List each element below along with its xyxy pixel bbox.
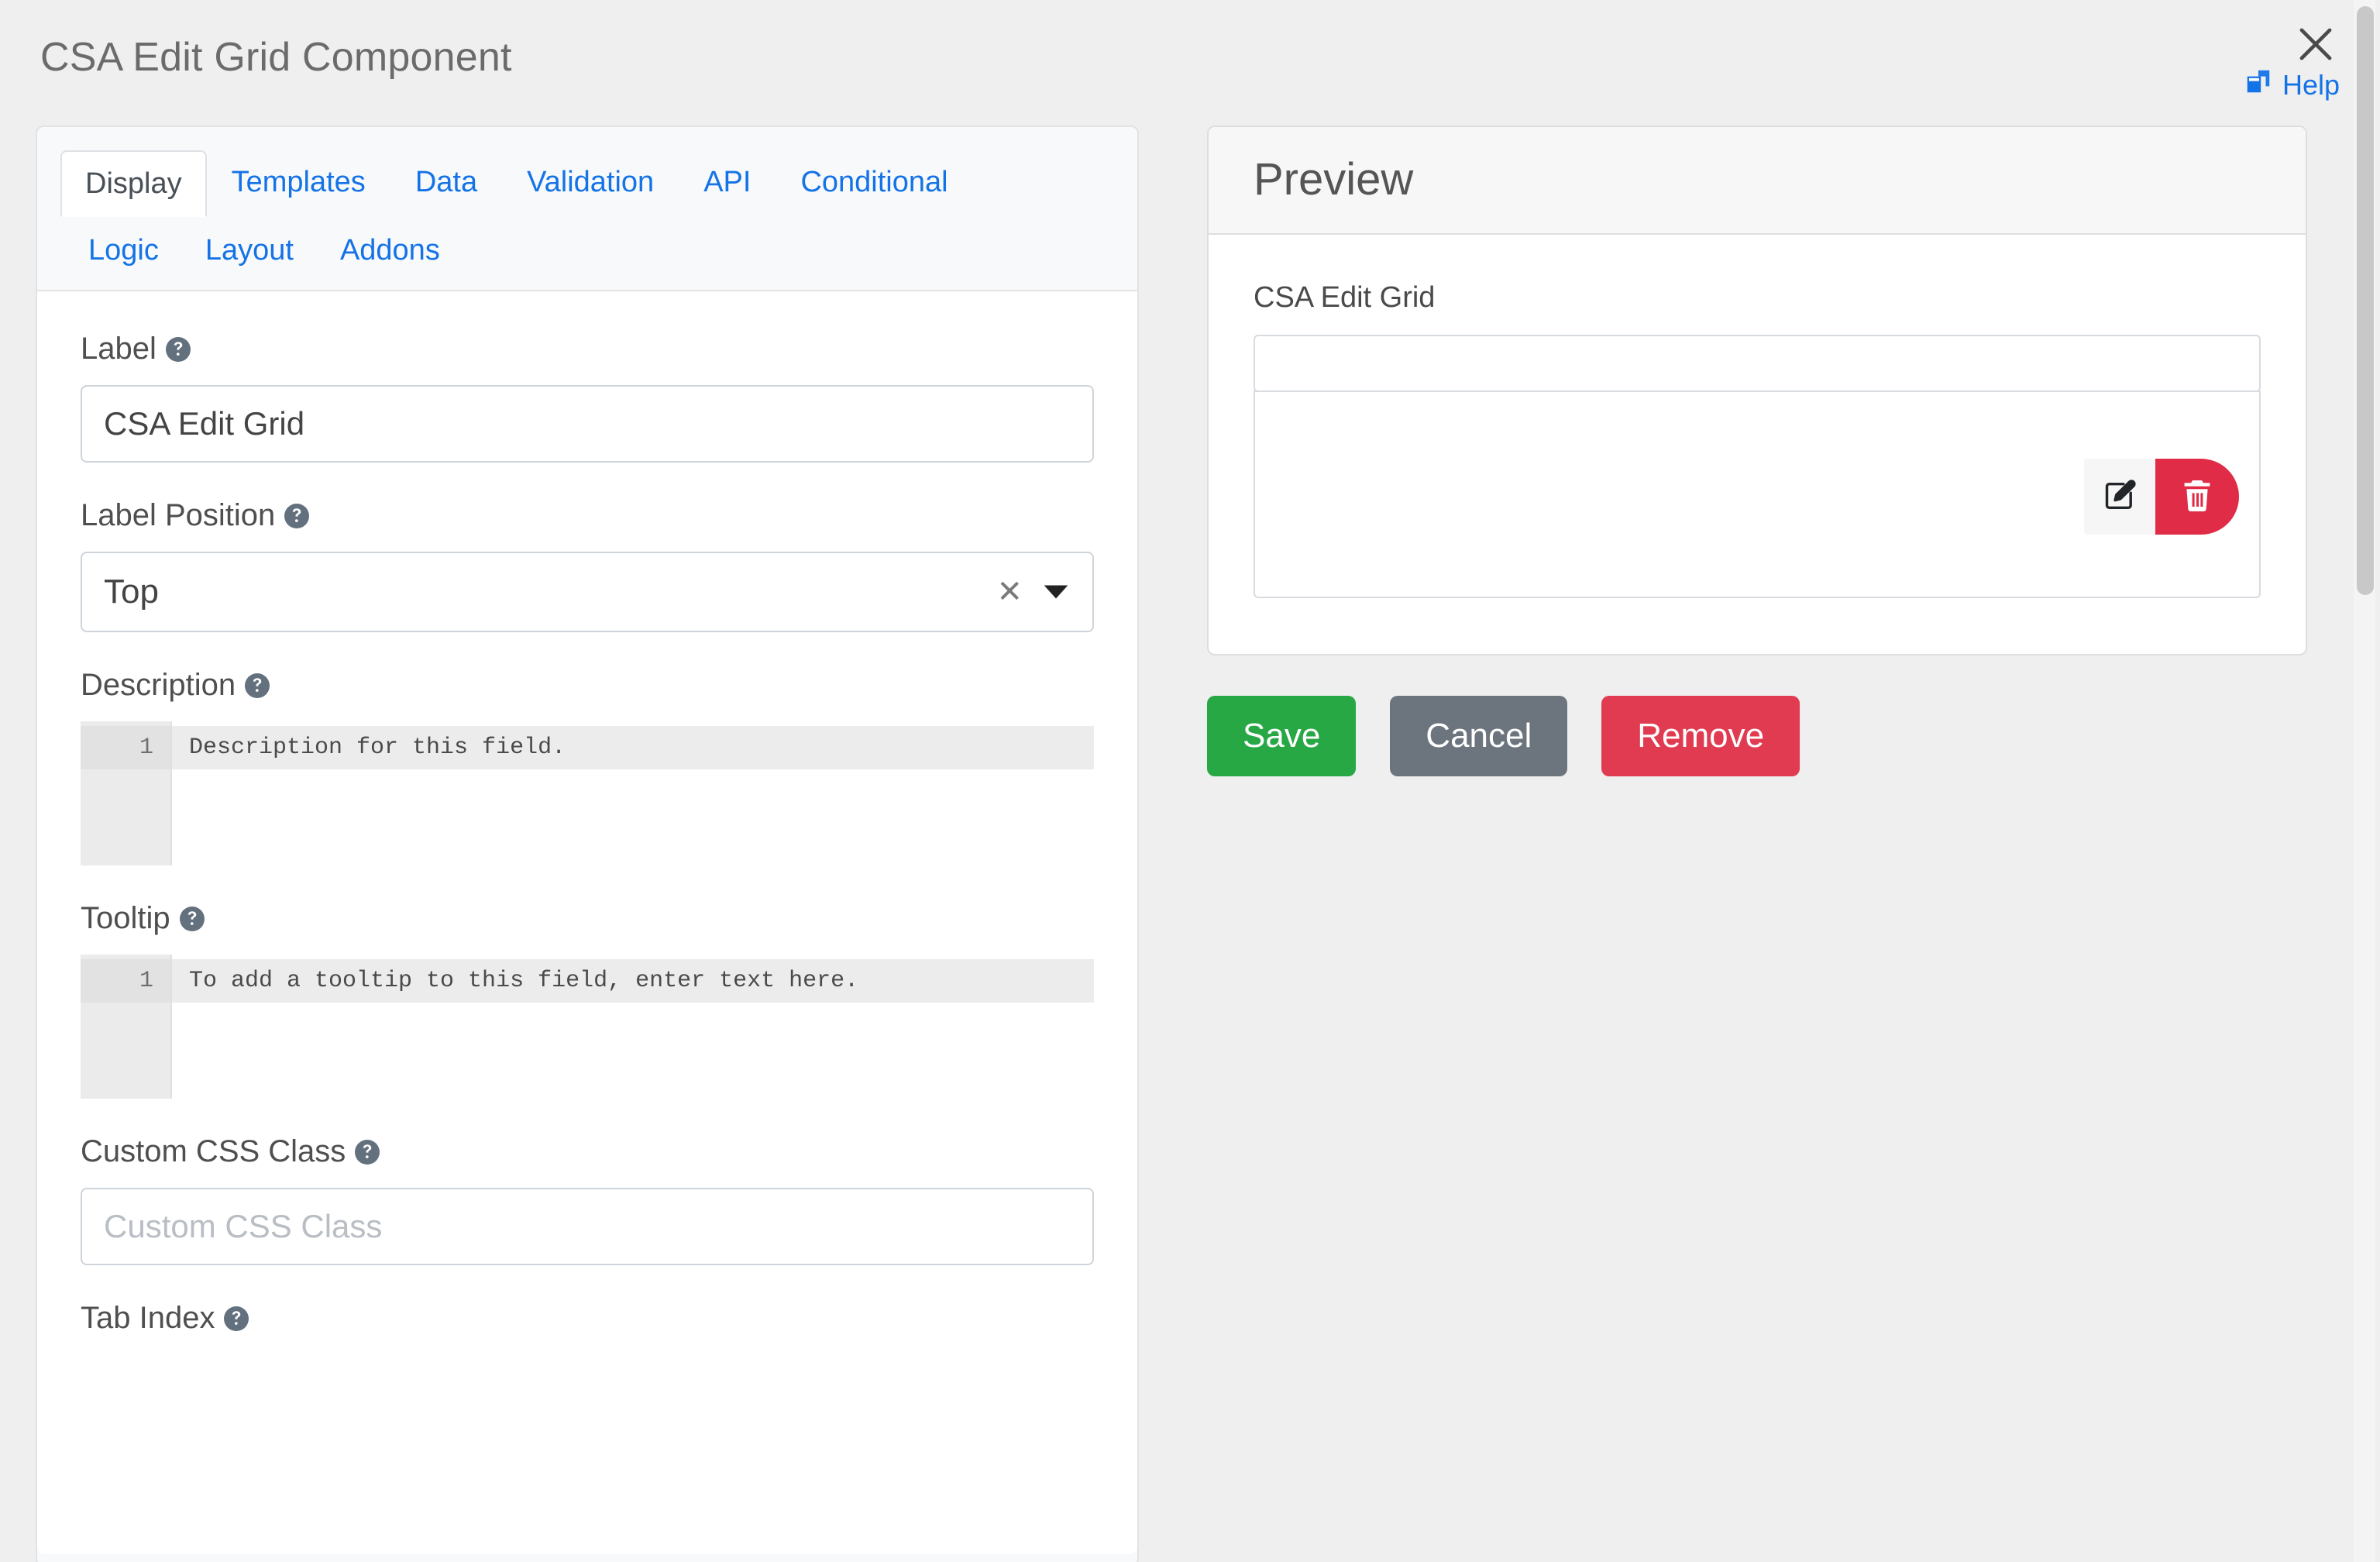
question-circle-icon[interactable]: [224, 1306, 249, 1331]
component-settings-modal: CSA Edit Grid Component Help Display Tem…: [0, 0, 2380, 1562]
display-tab-form: Label Label Position: [37, 291, 1137, 1554]
preview-title: Preview: [1254, 154, 1414, 205]
tooltip-code-lines[interactable]: To add a tooltip to this field, enter te…: [172, 955, 1094, 1099]
custom-css-class-field-label: Custom CSS Class: [81, 1134, 1094, 1169]
modal-actions: Save Cancel Remove: [1207, 696, 2307, 776]
tab-api[interactable]: API: [679, 149, 776, 215]
tab-layout[interactable]: Layout: [182, 222, 317, 279]
preview-body: CSA Edit Grid: [1209, 235, 2306, 654]
preview-card: Preview CSA Edit Grid: [1207, 126, 2307, 655]
field-group-tooltip: Tooltip 1 To add a tooltip to this field…: [81, 901, 1094, 1099]
description-gutter: 1: [81, 721, 172, 865]
page-title: CSA Edit Grid Component: [40, 35, 512, 80]
close-icon: [2292, 20, 2340, 68]
label-position-selected-value: Top: [104, 573, 159, 611]
preview-field-label: CSA Edit Grid: [1254, 281, 1436, 314]
tab-row-secondary: Logic Layout Addons: [60, 222, 1114, 279]
edit-pencil-square-icon: [2102, 478, 2138, 516]
tab-addons[interactable]: Addons: [317, 222, 463, 279]
row-edit-button[interactable]: [2084, 459, 2155, 535]
clear-x-icon[interactable]: ✕: [979, 576, 1040, 607]
tab-data[interactable]: Data: [390, 149, 502, 215]
settings-tabs: Display Templates Data Validation API Co…: [37, 127, 1137, 291]
tab-validation[interactable]: Validation: [502, 149, 679, 215]
settings-panel: Display Templates Data Validation API Co…: [36, 126, 1139, 1562]
page-scrollbar-thumb[interactable]: [2357, 6, 2374, 595]
description-code-lines[interactable]: Description for this field.: [172, 721, 1094, 865]
question-circle-icon[interactable]: [284, 503, 310, 528]
field-group-custom-css-class: Custom CSS Class: [81, 1134, 1094, 1265]
custom-css-class-text: Custom CSS Class: [81, 1134, 346, 1168]
help-label: Help: [2282, 68, 2340, 101]
trash-icon: [2179, 477, 2216, 517]
tooltip-code-editor[interactable]: 1 To add a tooltip to this field, enter …: [81, 955, 1094, 1099]
label-text: Label: [81, 332, 156, 366]
tab-row-primary: Display Templates Data Validation API Co…: [60, 149, 1114, 217]
tooltip-gutter: 1: [81, 955, 172, 1099]
description-text: Description: [81, 668, 236, 702]
description-code-editor[interactable]: 1 Description for this field.: [81, 721, 1094, 865]
tooltip-field-label: Tooltip: [81, 901, 1094, 936]
question-circle-icon[interactable]: [179, 906, 205, 931]
label-position-text: Label Position: [81, 498, 276, 532]
code-line: Description for this field.: [172, 726, 1094, 769]
cancel-button[interactable]: Cancel: [1390, 696, 1568, 776]
label-field-label: Label: [81, 332, 1094, 366]
field-group-description: Description 1 Description for this field…: [81, 668, 1094, 865]
close-button[interactable]: [2292, 20, 2340, 68]
chevron-down-icon[interactable]: [1040, 583, 1092, 600]
tab-logic[interactable]: Logic: [65, 222, 182, 279]
field-group-label-position: Label Position Top ✕: [81, 498, 1094, 632]
window-restore-icon: [2244, 67, 2273, 103]
custom-css-class-input[interactable]: [81, 1188, 1094, 1265]
grid-row-actions: [2084, 459, 2239, 535]
description-field-label: Description: [81, 668, 1094, 703]
label-input[interactable]: [81, 385, 1094, 463]
question-circle-icon[interactable]: [245, 673, 270, 698]
tooltip-text: Tooltip: [81, 901, 170, 935]
question-circle-icon[interactable]: [355, 1139, 380, 1165]
tab-display[interactable]: Display: [60, 150, 207, 217]
line-number: 1: [81, 726, 170, 769]
row-delete-button[interactable]: [2155, 459, 2239, 535]
tab-templates[interactable]: Templates: [207, 149, 390, 215]
label-position-select[interactable]: Top ✕: [81, 552, 1094, 632]
preview-edit-grid-rows: [1254, 390, 2261, 598]
help-link[interactable]: Help: [2244, 67, 2340, 103]
label-position-field-label: Label Position: [81, 498, 1094, 533]
remove-button[interactable]: Remove: [1601, 696, 1800, 776]
tab-index-field-label: Tab Index: [81, 1301, 1094, 1336]
tab-conditional[interactable]: Conditional: [776, 149, 972, 215]
preview-edit-grid-input[interactable]: [1254, 335, 2261, 392]
field-group-tab-index: Tab Index: [81, 1301, 1094, 1336]
modal-header: CSA Edit Grid Component Help: [0, 0, 2380, 116]
save-button[interactable]: Save: [1207, 696, 1357, 776]
question-circle-icon[interactable]: [165, 336, 191, 362]
modal-body: Display Templates Data Validation API Co…: [0, 118, 2380, 1562]
preview-header: Preview: [1209, 127, 2306, 235]
field-group-label: Label: [81, 332, 1094, 463]
preview-panel: Preview CSA Edit Grid Save Cancel Remove: [1207, 126, 2307, 776]
code-line: To add a tooltip to this field, enter te…: [172, 959, 1094, 1003]
tab-index-text: Tab Index: [81, 1301, 215, 1335]
line-number: 1: [81, 959, 170, 1003]
